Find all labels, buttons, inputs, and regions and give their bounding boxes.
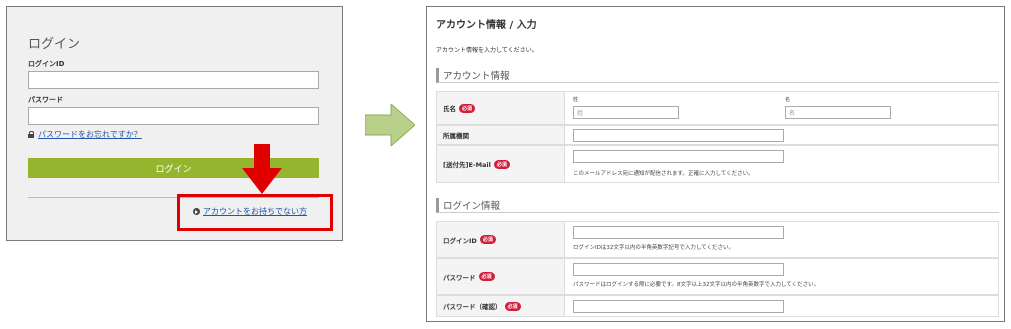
login-id-label: ログインID bbox=[28, 60, 65, 68]
name-row: 氏名 必須 姓 姓 名 名 bbox=[436, 91, 999, 125]
required-badge: 必須 bbox=[478, 272, 495, 281]
password-label-text: パスワード bbox=[443, 273, 476, 282]
password-confirm-row-label: パスワード（確認） 必須 bbox=[437, 296, 565, 316]
page-title: アカウント情報 / 入力 bbox=[436, 20, 537, 31]
first-name-input[interactable]: 名 bbox=[785, 106, 891, 119]
required-badge: 必須 bbox=[504, 301, 521, 311]
circle-arrow-icon bbox=[193, 208, 200, 215]
login-panel: ログイン ログインID パスワード パスワードをお忘れですか？ ログイン アカウ… bbox=[6, 6, 343, 241]
affiliation-input[interactable] bbox=[573, 129, 784, 142]
green-right-arrow-icon bbox=[365, 104, 415, 146]
email-label-text: [送付先]E-Mail bbox=[443, 161, 491, 169]
required-badge: 必須 bbox=[459, 103, 476, 113]
no-account-text: アカウントをお持ちでない方 bbox=[203, 207, 307, 216]
no-account-link[interactable]: アカウントをお持ちでない方 bbox=[193, 206, 307, 217]
first-name-sublabel: 名 bbox=[785, 97, 791, 103]
password-field[interactable] bbox=[573, 263, 784, 276]
last-name-input[interactable]: 姓 bbox=[573, 106, 679, 119]
page-description: アカウント情報を入力してください。 bbox=[436, 47, 538, 54]
affiliation-label-text: 所属機関 bbox=[443, 132, 469, 140]
forgot-password-text: パスワードをお忘れですか？ bbox=[38, 130, 142, 139]
name-label: 氏名 必須 bbox=[437, 92, 565, 124]
login-section-heading: ログイン情報 bbox=[436, 198, 999, 213]
email-note: このメールアドレス宛に通知が配信されます。正確に入力してください。 bbox=[573, 171, 754, 177]
email-input[interactable] bbox=[573, 150, 784, 163]
last-name-sublabel: 姓 bbox=[573, 97, 579, 103]
login-id-row: ログインID 必須 ログインIDは32文字以内の半角英数字記号で入力してください… bbox=[436, 221, 999, 258]
affiliation-label: 所属機関 bbox=[437, 126, 565, 144]
name-label-text: 氏名 bbox=[443, 105, 456, 113]
login-id-field[interactable] bbox=[573, 226, 784, 239]
login-id-note: ログインIDは32文字以内の半角英数字記号で入力してください。 bbox=[573, 245, 735, 251]
password-confirm-label-text: パスワード（確認） bbox=[443, 303, 502, 311]
affiliation-row: 所属機関 bbox=[436, 125, 999, 145]
password-label: パスワード bbox=[28, 96, 63, 104]
password-row: パスワード 必須 パスワードはログインする際に必要です。8文字以上32文字以内の… bbox=[436, 258, 999, 295]
login-id-label-text: ログインID bbox=[443, 236, 477, 245]
login-id-row-label: ログインID 必須 bbox=[437, 222, 565, 257]
login-title: ログイン bbox=[28, 37, 81, 52]
login-id-input[interactable] bbox=[28, 71, 319, 89]
password-input[interactable] bbox=[28, 107, 319, 125]
password-confirm-field[interactable] bbox=[573, 300, 784, 313]
password-row-label: パスワード 必須 bbox=[437, 259, 565, 294]
account-form-panel: アカウント情報 / 入力 アカウント情報を入力してください。 アカウント情報 氏… bbox=[426, 6, 1005, 322]
account-section-heading: アカウント情報 bbox=[436, 68, 999, 83]
required-badge: 必須 bbox=[493, 159, 510, 169]
password-confirm-row: パスワード（確認） 必須 bbox=[436, 295, 999, 317]
required-badge: 必須 bbox=[479, 235, 496, 244]
password-note: パスワードはログインする際に必要です。8文字以上32文字以内の半角英数字で入力し… bbox=[573, 282, 820, 288]
red-down-arrow-icon bbox=[242, 144, 282, 194]
forgot-password-link[interactable]: パスワードをお忘れですか？ bbox=[28, 129, 142, 140]
email-row: [送付先]E-Mail 必須 このメールアドレス宛に通知が配信されます。正確に入… bbox=[436, 145, 999, 183]
email-label: [送付先]E-Mail 必須 bbox=[437, 146, 565, 182]
lock-icon bbox=[28, 131, 35, 138]
